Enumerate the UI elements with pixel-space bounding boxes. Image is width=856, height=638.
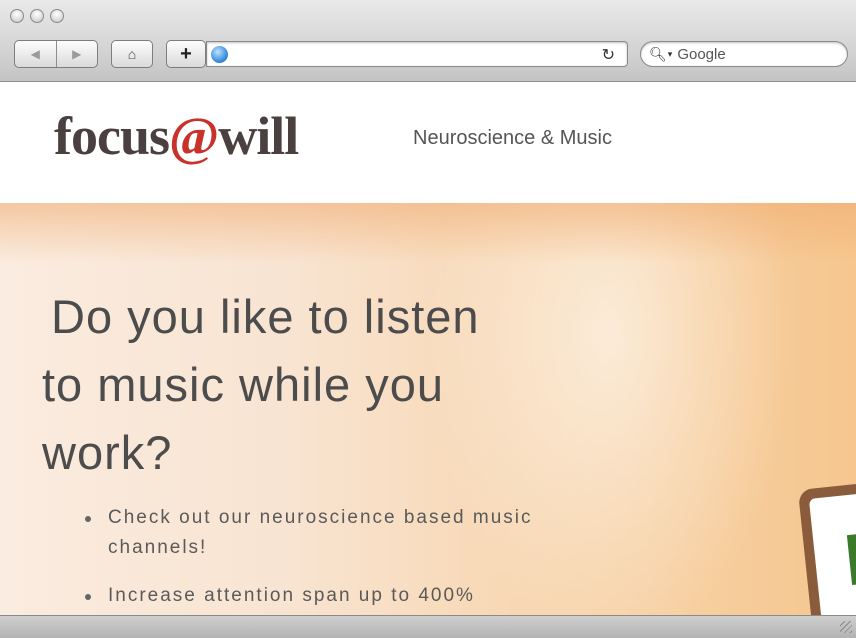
search-placeholder: Google	[677, 45, 726, 63]
site-header: focus@will Neuroscience & Music	[0, 82, 856, 203]
list-item: Check out our neuroscience based music c…	[82, 503, 588, 563]
device-screen-content	[846, 532, 856, 585]
home-button[interactable]: ⌂	[111, 40, 153, 68]
chevron-down-icon: ▾	[667, 48, 673, 59]
home-icon: ⌂	[127, 46, 137, 62]
search-icon: 🔍︎	[649, 45, 667, 62]
hero-title-line: to music while you	[42, 358, 444, 411]
zoom-window-button[interactable]	[50, 9, 64, 23]
list-item: Increase attention span up to 400%	[82, 581, 588, 611]
hero-background-shade	[0, 203, 856, 263]
toolbar: ◀ ▶ ⌂ + ↻ 🔍︎ ▾ Google	[0, 38, 856, 72]
browser-chrome: ◀ ▶ ⌂ + ↻ 🔍︎ ▾ Google	[0, 0, 856, 82]
hero-title-line: work?	[42, 426, 173, 479]
reload-icon[interactable]: ↻	[602, 45, 615, 65]
hero-bullet-list: Check out our neuroscience based music c…	[82, 503, 588, 615]
web-page: focus@will Neuroscience & Music Do you l…	[0, 82, 856, 615]
hero-title-line: Do you like to listen	[51, 290, 480, 343]
minimize-window-button[interactable]	[30, 9, 44, 23]
window-controls	[10, 9, 64, 23]
status-bar	[0, 615, 856, 638]
logo-text-will: will	[218, 106, 299, 166]
forward-arrow-icon: ▶	[72, 47, 82, 61]
add-bookmark-button[interactable]: +	[166, 40, 206, 68]
site-tagline: Neuroscience & Music	[413, 127, 612, 149]
resize-grip-icon[interactable]	[840, 621, 852, 633]
logo-text-focus: focus	[54, 106, 170, 166]
logo-at-symbol: @	[169, 106, 219, 166]
hero-section: Do you like to listen to music while you…	[0, 203, 856, 615]
browser-window: ◀ ▶ ⌂ + ↻ 🔍︎ ▾ Google focus@will Neurosc…	[0, 0, 856, 638]
site-logo[interactable]: focus@will	[54, 104, 299, 168]
globe-icon	[211, 46, 228, 63]
forward-button[interactable]: ▶	[55, 41, 98, 67]
search-field[interactable]: 🔍︎ ▾ Google	[640, 41, 848, 67]
back-button[interactable]: ◀	[15, 41, 56, 67]
address-bar[interactable]: ↻	[206, 41, 628, 67]
close-window-button[interactable]	[10, 9, 24, 23]
back-arrow-icon: ◀	[30, 47, 40, 61]
nav-button-group: ◀ ▶	[14, 40, 98, 68]
plus-icon: +	[180, 42, 192, 65]
hero-title: Do you like to listen to music while you…	[42, 283, 602, 487]
